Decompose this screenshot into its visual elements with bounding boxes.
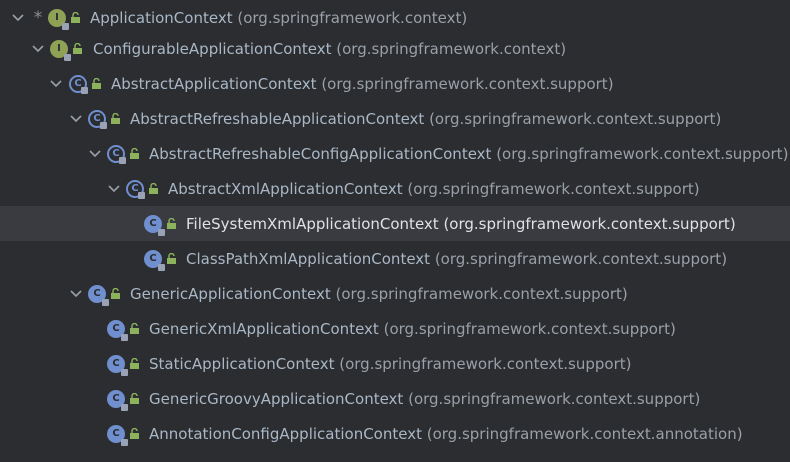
chevron-down-icon[interactable] [106,181,122,197]
abstract-class-icon: C [88,109,107,129]
tree-row-annotation-config-application-context[interactable]: C AnnotationConfigApplicationContext (or… [0,416,790,451]
class-name: GenericGroovyApplicationContext [149,389,404,408]
abstract-class-icon: C [126,179,145,199]
package-name: (org.springframework.context) [237,8,468,27]
tree-row-file-system-xml-application-context[interactable]: C FileSystemXmlApplicationContext (org.s… [0,206,790,241]
package-name: (org.springframework.context.support) [335,284,628,303]
package-name: (org.springframework.context.support) [407,179,700,198]
class-name: GenericApplicationContext [130,284,331,303]
class-label: AbstractRefreshableConfigApplicationCont… [149,145,788,163]
public-lock-icon [148,183,159,194]
package-name: (org.springframework.context.support) [443,214,736,233]
tree-row-generic-groovy-application-context[interactable]: C GenericGroovyApplicationContext (org.s… [0,381,790,416]
interface-icon: I [50,39,71,61]
class-name: ApplicationContext [90,8,233,27]
class-name: StaticApplicationContext [149,354,335,373]
class-label: GenericApplicationContext (org.springfra… [130,285,628,303]
tree-row-generic-xml-application-context[interactable]: C GenericXmlApplicationContext (org.spri… [0,311,790,346]
class-label: AnnotationConfigApplicationContext (org.… [149,425,743,443]
chevron-down-icon[interactable] [68,286,84,302]
class-name: AbstractXmlApplicationContext [168,179,403,198]
chevron-down-icon[interactable] [10,10,26,26]
class-label: AbstractRefreshableApplicationContext (o… [130,110,721,128]
public-lock-icon [110,288,121,299]
class-label: GenericXmlApplicationContext (org.spring… [149,320,676,338]
class-name: AbstractRefreshableConfigApplicationCont… [149,144,492,163]
class-icon: C [144,249,165,271]
tree-row-generic-application-context[interactable]: C GenericApplicationContext (org.springf… [0,276,790,311]
class-icon: C [144,214,165,236]
chevron-down-icon[interactable] [68,111,84,127]
package-name: (org.springframework.context.support) [496,144,789,163]
class-label: AbstractApplicationContext (org.springfr… [111,75,614,93]
interface-icon: I [48,8,69,30]
package-name: (org.springframework.context.support) [408,389,701,408]
tree-row-abstract-refreshable-application-context[interactable]: C AbstractRefreshableApplicationContext … [0,101,790,136]
public-lock-icon [166,253,177,264]
class-icon: C [107,389,128,411]
class-label: ConfigurableApplicationContext (org.spri… [93,40,566,58]
class-name: ClassPathXmlApplicationContext [186,249,431,268]
tree-row-configurable-application-context[interactable]: I ConfigurableApplicationContext (org.sp… [0,31,790,66]
public-lock-icon [110,113,121,124]
class-icon: C [88,284,109,306]
public-lock-icon [129,323,140,334]
class-label: ApplicationContext (org.springframework.… [90,9,467,27]
tree-row-class-path-xml-application-context[interactable]: C ClassPathXmlApplicationContext (org.sp… [0,241,790,276]
package-name: (org.springframework.context.support) [339,354,632,373]
package-name: (org.springframework.context.support) [383,319,676,338]
abstract-class-icon: C [69,74,88,94]
class-label: GenericGroovyApplicationContext (org.spr… [149,390,700,408]
class-name: AbstractApplicationContext [111,74,317,93]
public-lock-icon [129,393,140,404]
public-lock-icon [166,218,177,229]
public-lock-icon [129,148,140,159]
type-hierarchy-tree: * I ApplicationContext (org.springframew… [0,0,790,462]
package-name: (org.springframework.context.support) [321,74,614,93]
class-icon: C [107,319,128,341]
chevron-down-icon[interactable] [30,41,46,57]
class-name: FileSystemXmlApplicationContext [186,214,439,233]
chevron-down-icon[interactable] [48,76,64,92]
package-name: (org.springframework.context.support) [429,109,722,128]
package-name: (org.springframework.context.support) [434,249,728,268]
class-label: AbstractXmlApplicationContext (org.sprin… [168,180,700,198]
class-label: StaticApplicationContext (org.springfram… [149,355,631,373]
tree-row-abstract-application-context[interactable]: C AbstractApplicationContext (org.spring… [0,66,790,101]
tree-row-static-application-context[interactable]: C StaticApplicationContext (org.springfr… [0,346,790,381]
public-lock-icon [91,78,102,89]
public-lock-icon [129,358,140,369]
tree-row-abstract-xml-application-context[interactable]: C AbstractXmlApplicationContext (org.spr… [0,171,790,206]
class-icon: C [107,354,128,376]
public-lock-icon [70,12,81,23]
tree-row-application-context[interactable]: * I ApplicationContext (org.springframew… [0,0,790,35]
package-name: (org.springframework.context.annotation) [426,424,743,443]
class-icon: C [107,424,128,446]
class-name: AbstractRefreshableApplicationContext [130,109,425,128]
class-name: AnnotationConfigApplicationContext [149,424,422,443]
chevron-down-icon[interactable] [87,146,103,162]
public-lock-icon [72,43,83,54]
class-name: ConfigurableApplicationContext [93,39,332,58]
class-label: FileSystemXmlApplicationContext (org.spr… [186,215,736,233]
tree-row-abstract-refreshable-config-application-context[interactable]: C AbstractRefreshableConfigApplicationCo… [0,136,790,171]
public-lock-icon [129,428,140,439]
abstract-class-icon: C [107,144,126,164]
class-name: GenericXmlApplicationContext [149,319,379,338]
package-name: (org.springframework.context) [336,39,567,58]
class-label: ClassPathXmlApplicationContext (org.spri… [186,250,727,268]
focus-marker: * [33,7,43,28]
